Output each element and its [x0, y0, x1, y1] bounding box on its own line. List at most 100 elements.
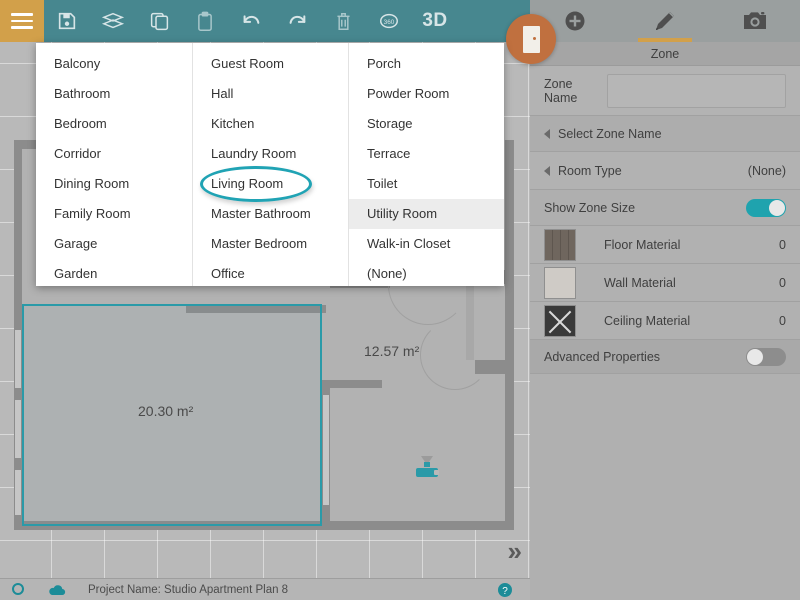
- clipboard-icon[interactable]: [182, 0, 228, 42]
- door-icon[interactable]: [506, 14, 556, 64]
- advanced-properties-label: Advanced Properties: [544, 350, 660, 364]
- menu-item-hall[interactable]: Hall: [193, 79, 348, 109]
- 3d-view-button[interactable]: 3D: [412, 0, 458, 42]
- advanced-properties-row: Advanced Properties: [530, 340, 800, 374]
- hamburger-line: [11, 20, 33, 23]
- select-zone-name-label: Select Zone Name: [558, 127, 662, 141]
- ceiling-material-label: Ceiling Material: [604, 314, 690, 328]
- save-icon[interactable]: [44, 0, 90, 42]
- floor-material-row[interactable]: Floor Material 0: [530, 226, 800, 264]
- menu-item-none[interactable]: (None): [349, 259, 504, 289]
- menu-item-kitchen[interactable]: Kitchen: [193, 109, 348, 139]
- svg-text:360: 360: [384, 19, 395, 26]
- menu-item-powder-room[interactable]: Powder Room: [349, 79, 504, 109]
- chevron-left-icon: [544, 166, 550, 176]
- door-arc-right: [420, 320, 490, 390]
- menu-item-porch[interactable]: Porch: [349, 49, 504, 79]
- menu-item-garage[interactable]: Garage: [36, 229, 192, 259]
- window-left-2: [15, 400, 21, 458]
- ceiling-swatch-icon[interactable]: [544, 305, 576, 337]
- menu-item-terrace[interactable]: Terrace: [349, 139, 504, 169]
- show-zone-size-label: Show Zone Size: [544, 201, 635, 215]
- svg-text:?: ?: [502, 586, 508, 597]
- menu-item-laundry-room[interactable]: Laundry Room: [193, 139, 348, 169]
- menu-item-balcony[interactable]: Balcony: [36, 49, 192, 79]
- cloud-icon[interactable]: [38, 583, 76, 597]
- menu-item-family-room[interactable]: Family Room: [36, 199, 192, 229]
- zone-name-row: Zone Name: [530, 66, 800, 116]
- menu-item-walk-in-closet[interactable]: Walk-in Closet: [349, 229, 504, 259]
- door-glyph: [523, 26, 540, 53]
- help-icon[interactable]: ?: [486, 582, 524, 598]
- room-type-label: Room Type: [558, 164, 622, 178]
- status-bar: Project Name: Studio Apartment Plan 8 ?: [0, 578, 530, 600]
- tab-edit[interactable]: [630, 0, 700, 42]
- 360-icon[interactable]: 360: [366, 0, 412, 42]
- layers-icon[interactable]: [90, 0, 136, 42]
- toggle-knob: [769, 200, 785, 216]
- wall-outer-right: [505, 140, 514, 530]
- ceiling-material-value: 0: [779, 314, 786, 328]
- project-name-label: Project Name: Studio Apartment Plan 8: [88, 584, 288, 596]
- menu-item-living-room[interactable]: Living Room: [193, 169, 348, 199]
- floor-material-label: Floor Material: [604, 238, 680, 252]
- undo-icon[interactable]: [228, 0, 274, 42]
- show-zone-size-row: Show Zone Size: [530, 190, 800, 226]
- camera-icon: [742, 10, 768, 32]
- ceiling-material-row[interactable]: Ceiling Material 0: [530, 302, 800, 340]
- floor-swatch-icon[interactable]: [544, 229, 576, 261]
- room-type-dropdown[interactable]: Balcony Bathroom Bedroom Corridor Dining…: [36, 43, 504, 286]
- zone-name-label: Zone Name: [544, 77, 607, 105]
- copy-icon[interactable]: [136, 0, 182, 42]
- menu-column-3: Porch Powder Room Storage Terrace Toilet…: [348, 43, 504, 286]
- redo-icon[interactable]: [274, 0, 320, 42]
- main-toolbar: 360 3D: [0, 0, 530, 42]
- chevron-left-icon: [544, 129, 550, 139]
- fixture-icon[interactable]: [410, 452, 444, 491]
- show-zone-size-toggle[interactable]: [746, 199, 786, 217]
- advanced-properties-toggle[interactable]: [746, 348, 786, 366]
- wall-material-row[interactable]: Wall Material 0: [530, 264, 800, 302]
- menu-item-office[interactable]: Office: [193, 259, 348, 289]
- plus-circle-icon: [563, 9, 587, 33]
- toggle-knob: [747, 349, 763, 365]
- menu-item-dining-room[interactable]: Dining Room: [36, 169, 192, 199]
- menu-item-bedroom[interactable]: Bedroom: [36, 109, 192, 139]
- floor-material-value: 0: [779, 238, 786, 252]
- pencil-icon: [652, 8, 678, 34]
- hamburger-line: [11, 26, 33, 29]
- zone-name-input[interactable]: [607, 74, 786, 108]
- menu-item-utility-room[interactable]: Utility Room: [349, 199, 504, 229]
- window-left-1: [15, 330, 21, 388]
- room-type-value: (None): [748, 164, 786, 178]
- menu-item-living-room-label: Living Room: [211, 176, 283, 191]
- menu-item-garden[interactable]: Garden: [36, 259, 192, 289]
- window-left-3: [15, 470, 21, 515]
- door-opening-interior: [323, 395, 329, 505]
- hamburger-line: [11, 13, 33, 16]
- panel-tabbar: [530, 0, 800, 42]
- panel-title: Zone: [530, 42, 800, 66]
- hamburger-menu-button[interactable]: [0, 0, 44, 42]
- menu-item-bathroom[interactable]: Bathroom: [36, 79, 192, 109]
- menu-item-corridor[interactable]: Corridor: [36, 139, 192, 169]
- wall-swatch-icon[interactable]: [544, 267, 576, 299]
- tab-camera[interactable]: [720, 0, 790, 42]
- floorplan-canvas[interactable]: 20.30 m² 12.57 m² »: [0, 0, 530, 600]
- menu-item-toilet[interactable]: Toilet: [349, 169, 504, 199]
- zone-area-label: 20.30 m²: [138, 403, 193, 419]
- wall-material-value: 0: [779, 276, 786, 290]
- properties-panel: Zone Zone Name Select Zone Name Room Typ…: [530, 0, 800, 600]
- menu-item-guest-room[interactable]: Guest Room: [193, 49, 348, 79]
- menu-item-master-bedroom[interactable]: Master Bedroom: [193, 229, 348, 259]
- zoom-out-icon[interactable]: [0, 582, 38, 598]
- menu-item-storage[interactable]: Storage: [349, 109, 504, 139]
- menu-item-master-bathroom[interactable]: Master Bathroom: [193, 199, 348, 229]
- wall-material-label: Wall Material: [604, 276, 676, 290]
- room-type-row[interactable]: Room Type (None): [530, 152, 800, 190]
- menu-column-1: Balcony Bathroom Bedroom Corridor Dining…: [36, 43, 192, 286]
- trash-icon[interactable]: [320, 0, 366, 42]
- select-zone-name-row[interactable]: Select Zone Name: [530, 116, 800, 152]
- app-root: 20.30 m² 12.57 m² »: [0, 0, 800, 600]
- expand-panel-button[interactable]: »: [508, 538, 522, 564]
